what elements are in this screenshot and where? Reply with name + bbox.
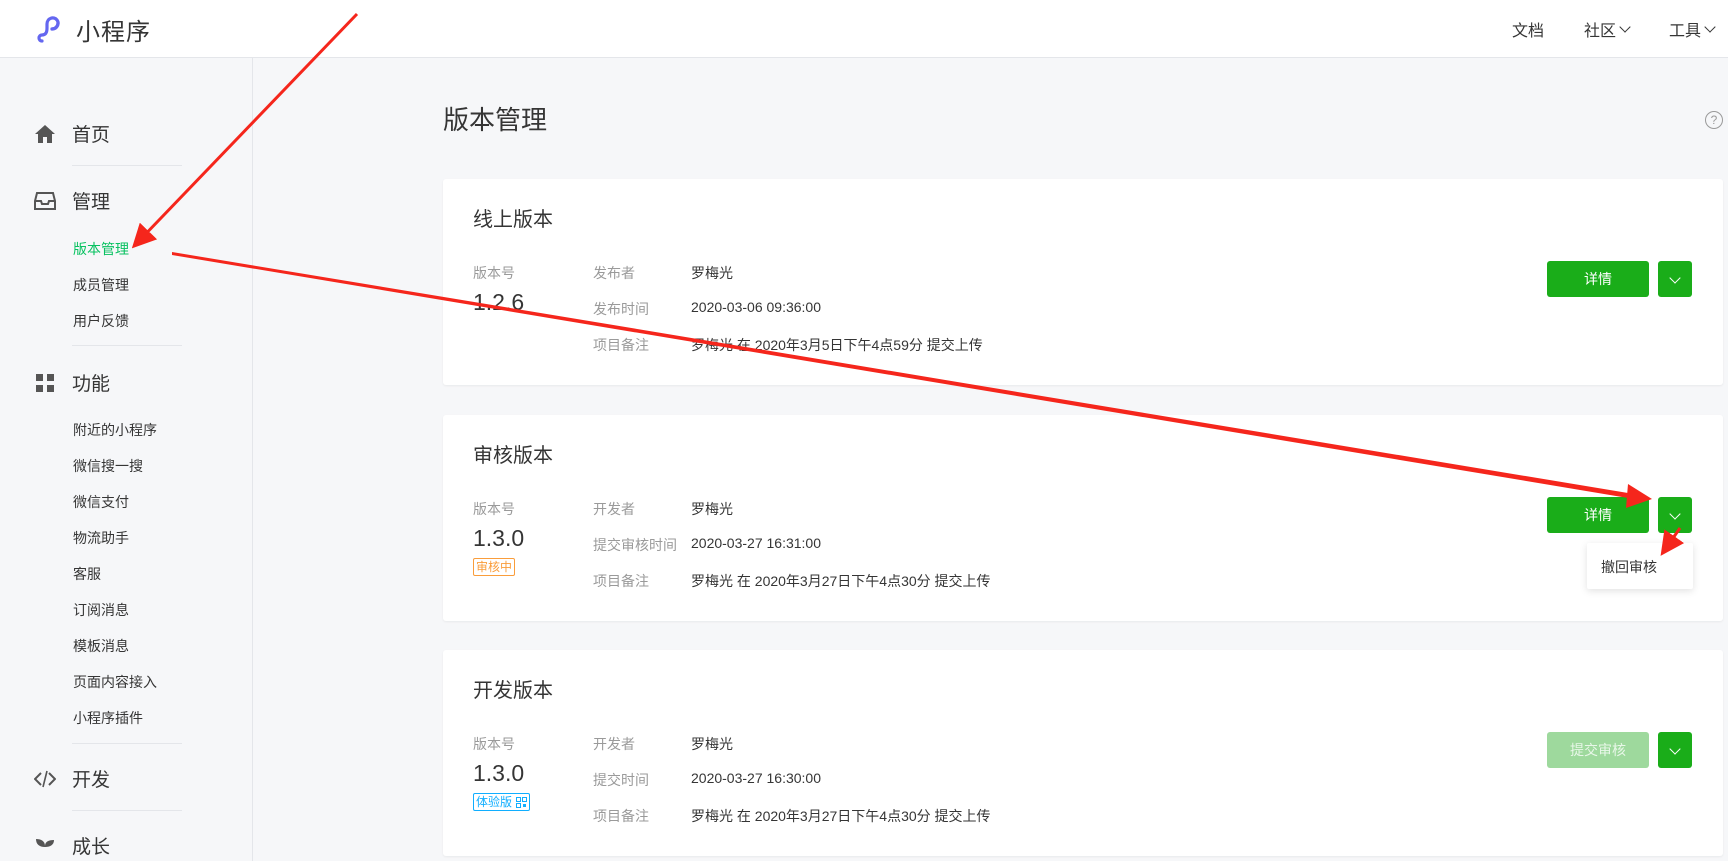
sidebar-item-search[interactable]: 微信搜一搜 xyxy=(73,456,143,476)
sidebar-item-payment[interactable]: 微信支付 xyxy=(73,492,129,512)
online-version-card: 线上版本 版本号 1.2.6 发布者 罗梅光 发布时间 2020-03-06 0… xyxy=(443,179,1723,385)
sidebar-item-template-msg[interactable]: 模板消息 xyxy=(73,636,129,656)
field-key: 项目备注 xyxy=(593,808,649,824)
version-dropdown-menu: 撤回审核 xyxy=(1587,543,1693,589)
card-title: 线上版本 xyxy=(473,209,553,231)
field-key: 开发者 xyxy=(593,501,635,517)
top-nav: 文档 社区 工具 xyxy=(1512,0,1728,58)
divider xyxy=(72,165,182,166)
nav-docs[interactable]: 文档 xyxy=(1512,17,1544,41)
more-dropdown-button[interactable] xyxy=(1658,261,1692,297)
field-value: 罗梅光 在 2020年3月27日下午4点30分 提交上传 xyxy=(691,808,991,824)
inbox-icon xyxy=(34,190,56,212)
sidebar-item-member-management[interactable]: 成员管理 xyxy=(73,275,129,295)
details-button[interactable]: 详情 xyxy=(1547,497,1649,533)
sidebar-item-content-access[interactable]: 页面内容接入 xyxy=(73,672,157,692)
divider xyxy=(72,743,182,744)
sidebar-item-user-feedback[interactable]: 用户反馈 xyxy=(73,311,129,331)
nav-community[interactable]: 社区 xyxy=(1583,17,1631,41)
sidebar-manage[interactable]: 管理 xyxy=(34,187,110,214)
field-key: 提交时间 xyxy=(593,772,649,788)
status-badge: 审核中 xyxy=(473,558,516,576)
top-header: 小程序 文档 社区 工具 xyxy=(0,0,1728,58)
app-name: 小程序 xyxy=(76,18,151,46)
sidebar: 首页 管理 版本管理 成员管理 用户反馈 功能 附近的小程序 微信搜一搜 微信支… xyxy=(0,58,253,861)
field-key: 项目备注 xyxy=(593,337,649,353)
sidebar-growth[interactable]: 成长 xyxy=(34,832,110,859)
help-icon[interactable]: ? xyxy=(1705,111,1723,129)
qrcode-icon xyxy=(516,796,528,808)
version-number: 1.3.0 xyxy=(473,525,525,551)
field-value: 罗梅光 xyxy=(691,265,733,281)
field-value: 罗梅光 在 2020年3月27日下午4点30分 提交上传 xyxy=(691,573,991,589)
divider xyxy=(72,810,182,811)
sidebar-item-customer-service[interactable]: 客服 xyxy=(73,564,101,584)
chevron-down-icon xyxy=(1704,20,1716,33)
card-title: 审核版本 xyxy=(473,445,553,467)
version-label: 版本号 xyxy=(473,265,515,281)
more-dropdown-button[interactable] xyxy=(1658,732,1692,768)
more-dropdown-button[interactable] xyxy=(1658,497,1692,533)
sidebar-growth-label: 成长 xyxy=(72,837,111,858)
field-key: 开发者 xyxy=(593,736,635,752)
field-value: 2020-03-06 09:36:00 xyxy=(691,299,821,315)
chevron-down-icon xyxy=(1669,272,1681,284)
version-number: 1.3.0 xyxy=(473,760,525,786)
trial-badge[interactable]: 体验版 xyxy=(473,793,531,811)
field-key: 发布者 xyxy=(593,265,635,281)
details-button[interactable]: 详情 xyxy=(1547,261,1649,297)
logo[interactable]: 小程序 xyxy=(36,14,151,46)
sidebar-item-version-management[interactable]: 版本管理 xyxy=(73,239,129,259)
code-icon xyxy=(34,768,56,790)
sidebar-item-nearby[interactable]: 附近的小程序 xyxy=(73,420,157,440)
miniprogram-logo-icon xyxy=(37,16,60,43)
sidebar-features-label: 功能 xyxy=(72,374,111,395)
card-title: 开发版本 xyxy=(473,680,553,702)
field-key: 提交审核时间 xyxy=(593,537,677,553)
sidebar-features[interactable]: 功能 xyxy=(34,369,110,396)
sidebar-manage-label: 管理 xyxy=(72,192,111,213)
divider xyxy=(72,345,182,346)
version-label: 版本号 xyxy=(473,736,515,752)
version-number: 1.2.6 xyxy=(473,289,525,315)
chevron-down-icon xyxy=(1669,508,1681,520)
chevron-down-icon xyxy=(1669,743,1681,755)
trial-badge-label: 体验版 xyxy=(476,795,513,809)
field-value: 罗梅光 在 2020年3月5日下午4点59分 提交上传 xyxy=(691,337,983,353)
withdraw-review-item[interactable]: 撤回审核 xyxy=(1601,557,1657,577)
sidebar-develop[interactable]: 开发 xyxy=(34,765,110,792)
home-icon xyxy=(34,123,56,145)
sprout-icon xyxy=(34,835,56,857)
review-version-card: 审核版本 版本号 1.3.0 审核中 开发者 罗梅光 提交审核时间 2020-0… xyxy=(443,415,1723,621)
sidebar-develop-label: 开发 xyxy=(72,770,111,791)
field-value: 罗梅光 xyxy=(691,736,733,752)
grid-icon xyxy=(34,372,56,394)
version-label: 版本号 xyxy=(473,501,515,517)
field-value: 罗梅光 xyxy=(691,501,733,517)
sidebar-item-subscribe-msg[interactable]: 订阅消息 xyxy=(73,600,129,620)
chevron-down-icon xyxy=(1619,20,1631,33)
nav-tools[interactable]: 工具 xyxy=(1668,17,1716,41)
nav-community-label: 社区 xyxy=(1583,23,1616,40)
sidebar-item-plugins[interactable]: 小程序插件 xyxy=(73,708,143,728)
field-value: 2020-03-27 16:31:00 xyxy=(691,535,821,551)
field-key: 项目备注 xyxy=(593,573,649,589)
sidebar-home[interactable]: 首页 xyxy=(34,120,110,147)
dev-version-card: 开发版本 版本号 1.3.0 体验版 开发者 罗梅光 提交时间 2020-03-… xyxy=(443,650,1723,856)
field-value: 2020-03-27 16:30:00 xyxy=(691,770,821,786)
sidebar-home-label: 首页 xyxy=(72,125,111,146)
nav-docs-label: 文档 xyxy=(1511,23,1544,40)
field-key: 发布时间 xyxy=(593,301,649,317)
submit-review-button[interactable]: 提交审核 xyxy=(1547,732,1649,768)
page-title: 版本管理 xyxy=(443,105,548,135)
nav-tools-label: 工具 xyxy=(1668,23,1701,40)
sidebar-item-logistics[interactable]: 物流助手 xyxy=(73,528,129,548)
